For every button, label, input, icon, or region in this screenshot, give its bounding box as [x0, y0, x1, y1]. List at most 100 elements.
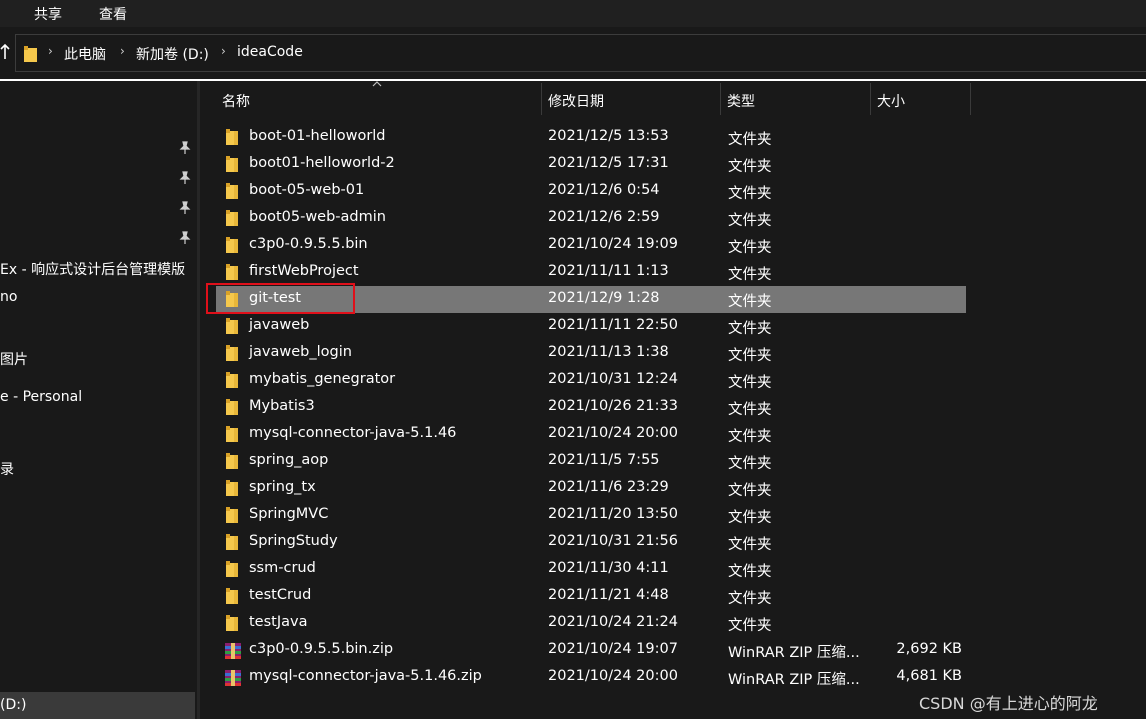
file-modified-date: 2021/11/5 7:55: [548, 452, 660, 468]
file-row[interactable]: Mybatis3 2021/10/26 21:33 文件夹: [216, 394, 966, 421]
file-type: WinRAR ZIP 压缩...: [728, 672, 860, 688]
file-type: 文件夹: [728, 564, 772, 580]
file-row[interactable]: spring_tx 2021/11/6 23:29 文件夹: [216, 475, 966, 502]
folder-icon: [224, 210, 242, 226]
pin-icon[interactable]: [178, 231, 192, 245]
file-name: testJava: [249, 614, 308, 630]
file-modified-date: 2021/10/24 20:00: [548, 668, 678, 684]
column-header-type[interactable]: 类型: [727, 91, 755, 111]
tab-share[interactable]: 共享: [34, 4, 62, 24]
file-row[interactable]: mybatis_genegrator 2021/10/31 12:24 文件夹: [216, 367, 966, 394]
file-row[interactable]: mysql-connector-java-5.1.46.zip 2021/10/2…: [216, 664, 966, 691]
file-type: 文件夹: [728, 537, 772, 553]
nav-item[interactable]: 录: [0, 459, 14, 479]
file-modified-date: 2021/11/11 22:50: [548, 317, 678, 333]
column-header-size[interactable]: 大小: [877, 91, 905, 111]
sort-caret-icon: [372, 81, 382, 87]
file-name: mysql-connector-java-5.1.46: [249, 425, 457, 441]
file-type: 文件夹: [728, 321, 772, 337]
column-header-date[interactable]: 修改日期: [548, 91, 604, 111]
file-row[interactable]: c3p0-0.9.5.5.bin 2021/10/24 19:09 文件夹: [216, 232, 966, 259]
column-divider[interactable]: [720, 83, 721, 115]
file-row[interactable]: firstWebProject 2021/11/11 1:13 文件夹: [216, 259, 966, 286]
address-bar[interactable]: › 此电脑 › 新加卷 (D:) › ideaCode: [15, 34, 1146, 72]
red-highlight-annotation: [206, 283, 355, 314]
file-name: firstWebProject: [249, 263, 359, 279]
chevron-right-icon[interactable]: ›: [221, 44, 226, 58]
file-name: mybatis_genegrator: [249, 371, 396, 387]
watermark: CSDN @有上进心的阿龙: [919, 694, 1098, 713]
file-modified-date: 2021/12/6 2:59: [548, 209, 660, 225]
file-row[interactable]: SpringStudy 2021/10/31 21:56 文件夹: [216, 529, 966, 556]
file-row[interactable]: SpringMVC 2021/11/20 13:50 文件夹: [216, 502, 966, 529]
folder-icon: [224, 615, 242, 631]
file-type: 文件夹: [728, 456, 772, 472]
file-modified-date: 2021/12/5 13:53: [548, 128, 669, 144]
file-row[interactable]: boot01-helloworld-2 2021/12/5 17:31 文件夹: [216, 151, 966, 178]
column-divider[interactable]: [541, 83, 542, 115]
file-row[interactable]: boot-01-helloworld 2021/12/5 13:53 文件夹: [216, 124, 966, 151]
file-name: javaweb: [249, 317, 310, 333]
file-row[interactable]: boot-05-web-01 2021/12/6 0:54 文件夹: [216, 178, 966, 205]
file-name: SpringMVC: [249, 506, 329, 522]
file-modified-date: 2021/11/30 4:11: [548, 560, 669, 576]
file-name: ssm-crud: [249, 560, 316, 576]
file-name: boot05-web-admin: [249, 209, 386, 225]
breadcrumb-this-pc[interactable]: 此电脑: [64, 44, 106, 64]
file-row[interactable]: javaweb 2021/11/11 22:50 文件夹: [216, 313, 966, 340]
winrar-zip-icon: [224, 642, 242, 659]
file-modified-date: 2021/11/20 13:50: [548, 506, 678, 522]
up-arrow-icon[interactable]: [0, 41, 10, 65]
file-row[interactable]: ssm-crud 2021/11/30 4:11 文件夹: [216, 556, 966, 583]
chevron-right-icon[interactable]: ›: [48, 44, 53, 58]
pin-icon[interactable]: [178, 201, 192, 215]
folder-icon: [224, 534, 242, 550]
file-type: 文件夹: [728, 429, 772, 445]
file-name: spring_tx: [249, 479, 316, 495]
file-type: 文件夹: [728, 591, 772, 607]
column-divider[interactable]: [970, 83, 971, 115]
folder-icon: [224, 345, 242, 361]
file-name: boot01-helloworld-2: [249, 155, 395, 171]
file-modified-date: 2021/10/31 21:56: [548, 533, 678, 549]
file-row[interactable]: mysql-connector-java-5.1.46 2021/10/24 20…: [216, 421, 966, 448]
file-modified-date: 2021/10/24 20:00: [548, 425, 678, 441]
column-divider[interactable]: [870, 83, 871, 115]
file-type: 文件夹: [728, 348, 772, 364]
folder-icon: [224, 156, 242, 172]
folder-icon: [224, 183, 242, 199]
nav-item[interactable]: Ex - 响应式设计后台管理模版: [0, 259, 185, 279]
file-row[interactable]: javaweb_login 2021/11/13 1:38 文件夹: [216, 340, 966, 367]
file-type: 文件夹: [728, 510, 772, 526]
pin-icon[interactable]: [178, 141, 192, 155]
file-modified-date: 2021/10/24 21:24: [548, 614, 678, 630]
folder-icon: [224, 588, 242, 604]
nav-item[interactable]: e - Personal: [0, 389, 82, 405]
folder-icon: [224, 399, 242, 415]
file-row[interactable]: boot05-web-admin 2021/12/6 2:59 文件夹: [216, 205, 966, 232]
folder-icon: [224, 372, 242, 388]
folder-icon: [224, 453, 242, 469]
breadcrumb-ideacode[interactable]: ideaCode: [237, 44, 303, 60]
file-modified-date: 2021/12/9 1:28: [548, 290, 660, 306]
file-row[interactable]: testCrud 2021/11/21 4:48 文件夹: [216, 583, 966, 610]
chevron-right-icon[interactable]: ›: [120, 44, 125, 58]
file-row[interactable]: testJava 2021/10/24 21:24 文件夹: [216, 610, 966, 637]
file-modified-date: 2021/11/6 23:29: [548, 479, 669, 495]
file-name: boot-05-web-01: [249, 182, 365, 198]
tab-view[interactable]: 查看: [99, 4, 127, 24]
file-modified-date: 2021/11/21 4:48: [548, 587, 669, 603]
file-type: 文件夹: [728, 240, 772, 256]
pin-icon[interactable]: [178, 171, 192, 185]
nav-item[interactable]: no: [0, 289, 17, 305]
folder-icon: [224, 129, 242, 145]
column-header-name[interactable]: 名称: [222, 91, 250, 111]
file-row[interactable]: c3p0-0.9.5.5.bin.zip 2021/10/24 19:07 WinR…: [216, 637, 966, 664]
breadcrumb-drive-d[interactable]: 新加卷 (D:): [136, 44, 209, 64]
file-modified-date: 2021/12/6 0:54: [548, 182, 660, 198]
nav-item-drive-d[interactable]: (D:): [0, 692, 195, 719]
file-row[interactable]: spring_aop 2021/11/5 7:55 文件夹: [216, 448, 966, 475]
ribbon-tabs: 共享 查看: [0, 0, 1146, 27]
folder-icon: [224, 507, 242, 523]
nav-item[interactable]: 图片: [0, 349, 28, 369]
